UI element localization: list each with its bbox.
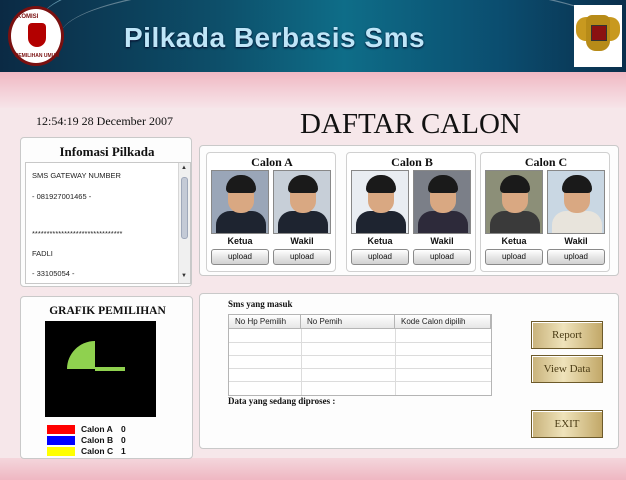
grafik-panel: GRAFIK PEMILIHAN Calon A 0 Calon B 0 Cal… xyxy=(20,296,193,459)
chart-title: GRAFIK PEMILIHAN xyxy=(49,305,166,317)
app-title: Pilkada Berbasis Sms xyxy=(124,22,426,53)
info-scrollbar[interactable]: ▲ ▼ xyxy=(178,163,190,283)
kpu-logo: KOMISI PEMILIHAN UMUM xyxy=(8,6,64,66)
wakil-label: Wakil xyxy=(290,236,314,246)
legend-row-a: Calon A 0 xyxy=(47,424,167,434)
processing-label: Data yang sedang diproses : xyxy=(228,396,336,406)
candidate-group-c: Calon C Ketua Wakil upload upload xyxy=(480,152,610,272)
sms-panel: Sms yang masuk No Hp Pemilih No Pemih Ko… xyxy=(199,293,619,449)
garuda-shield xyxy=(591,25,607,41)
legend-name: Calon A xyxy=(81,424,113,434)
column-header[interactable]: Kode Calon dipilih xyxy=(395,315,491,329)
column-divider xyxy=(395,329,396,395)
sms-table[interactable]: No Hp Pemilih No Pemih Kode Calon dipili… xyxy=(228,314,492,396)
logo-top-text: KOMISI xyxy=(17,14,39,20)
header-band xyxy=(0,72,626,108)
wakil-photo xyxy=(413,170,471,234)
report-button[interactable]: Report xyxy=(531,321,603,349)
candidate-title: Calon A xyxy=(251,155,293,169)
logo-emblem xyxy=(28,23,46,47)
info-line: - 33105054 - xyxy=(32,269,75,278)
legend-name: Calon B xyxy=(81,435,114,445)
legend-swatch xyxy=(47,425,75,434)
legend-name: Calon C xyxy=(81,446,114,456)
ketua-photo xyxy=(485,170,543,234)
info-line: SMS GATEWAY NUMBER xyxy=(32,171,121,180)
pie-slice-calon-c xyxy=(67,341,95,369)
ketua-label: Ketua xyxy=(501,236,527,246)
candidate-group-a: Calon A Ketua Wakil upload upload xyxy=(206,152,336,272)
column-header[interactable]: No Hp Pemilih xyxy=(229,315,301,329)
upload-wakil-button[interactable]: upload xyxy=(273,249,331,265)
legend-swatch xyxy=(47,447,75,456)
ketua-label: Ketua xyxy=(227,236,253,246)
pie-chart-svg xyxy=(67,341,125,371)
footer-band xyxy=(0,458,626,480)
ketua-label: Ketua xyxy=(367,236,393,246)
clock-text: 12:54:19 28 December 2007 xyxy=(36,114,173,128)
candidate-group-b: Calon B Ketua Wakil upload upload xyxy=(346,152,476,272)
legend-value: 1 xyxy=(121,446,126,456)
ketua-photo xyxy=(211,170,269,234)
info-line: FADLI xyxy=(32,249,53,258)
upload-ketua-button[interactable]: upload xyxy=(485,249,543,265)
candidate-title: Calon B xyxy=(391,155,433,169)
upload-wakil-button[interactable]: upload xyxy=(413,249,471,265)
garuda-emblem-icon xyxy=(574,5,622,67)
upload-ketua-button[interactable]: upload xyxy=(211,249,269,265)
view-data-button[interactable]: View Data xyxy=(531,355,603,383)
info-line: ******************************* xyxy=(32,229,123,238)
info-textbox[interactable]: SMS GATEWAY NUMBER - 081927001465 - ****… xyxy=(25,162,191,284)
row-divider xyxy=(229,381,491,382)
upload-wakil-button[interactable]: upload xyxy=(547,249,605,265)
scroll-thumb[interactable] xyxy=(181,177,188,239)
candidates-panel: Calon A Ketua Wakil upload upload Calon … xyxy=(199,145,619,276)
scroll-up-icon[interactable]: ▲ xyxy=(181,165,187,171)
legend-value: 0 xyxy=(121,424,126,434)
ketua-photo xyxy=(351,170,409,234)
row-divider xyxy=(229,342,491,343)
exit-button[interactable]: EXIT xyxy=(531,410,603,438)
row-divider xyxy=(229,355,491,356)
legend-swatch xyxy=(47,436,75,445)
wakil-label: Wakil xyxy=(564,236,588,246)
legend-row-c: Calon C 1 xyxy=(47,446,167,456)
column-header[interactable]: No Pemih xyxy=(301,315,395,329)
pie-slice-edge xyxy=(95,367,125,371)
upload-ketua-button[interactable]: upload xyxy=(351,249,409,265)
info-title: Infomasi Pilkada xyxy=(59,144,155,159)
header-banner: KOMISI PEMILIHAN UMUM Pilkada Berbasis S… xyxy=(0,0,626,72)
candidate-title: Calon C xyxy=(524,155,568,169)
vote-chart xyxy=(45,321,156,417)
row-divider xyxy=(229,368,491,369)
page-title: DAFTAR CALON xyxy=(300,108,521,140)
sms-label: Sms yang masuk xyxy=(228,299,293,309)
wakil-photo xyxy=(273,170,331,234)
column-divider xyxy=(301,329,302,395)
wakil-photo xyxy=(547,170,605,234)
info-panel: Infomasi Pilkada SMS GATEWAY NUMBER - 08… xyxy=(20,137,192,287)
legend-row-b: Calon B 0 xyxy=(47,435,167,445)
wakil-label: Wakil xyxy=(430,236,454,246)
logo-bottom-text: PEMILIHAN UMUM xyxy=(15,53,60,59)
scroll-down-icon[interactable]: ▼ xyxy=(181,273,187,279)
legend-value: 0 xyxy=(121,435,126,445)
info-line: - 081927001465 - xyxy=(32,192,92,201)
